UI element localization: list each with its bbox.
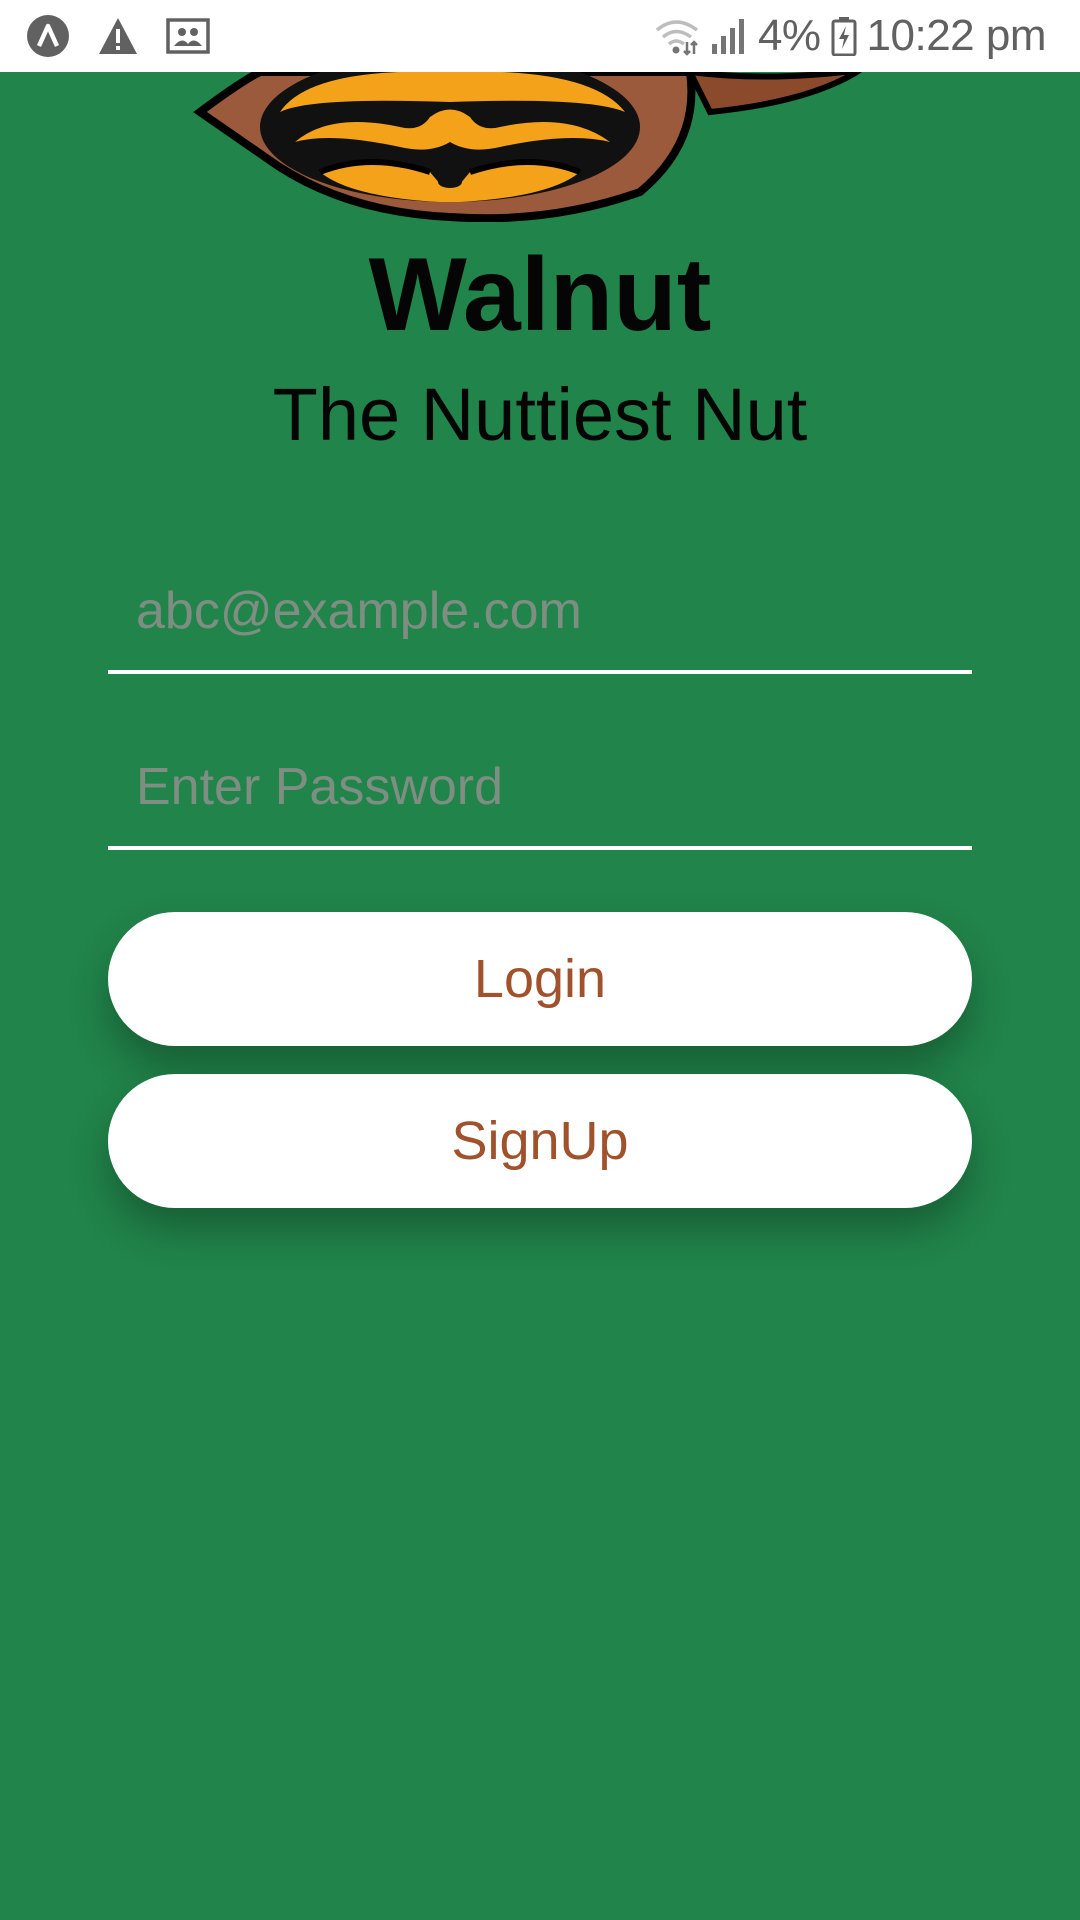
status-right-icons: 4% 10:22 pm	[654, 11, 1047, 60]
email-field	[108, 570, 972, 674]
battery-charging-icon	[831, 16, 857, 56]
email-input[interactable]	[136, 576, 972, 646]
password-input[interactable]	[136, 752, 972, 822]
wifi-icon	[654, 16, 700, 56]
app-notification-icon	[26, 14, 70, 58]
login-button[interactable]: Login	[108, 912, 972, 1046]
password-field	[108, 746, 972, 850]
signup-button[interactable]: SignUp	[108, 1074, 972, 1208]
app-title: Walnut	[368, 237, 712, 353]
walnut-logo	[170, 72, 870, 222]
app-subtitle: The Nuttiest Nut	[272, 373, 808, 456]
status-left-icons	[26, 14, 210, 58]
screen-cast-icon	[166, 18, 210, 54]
status-bar: 4% 10:22 pm	[0, 0, 1080, 72]
signal-icon	[710, 16, 748, 56]
warning-icon	[98, 17, 138, 55]
clock: 10:22 pm	[866, 11, 1047, 60]
battery-percent: 4%	[757, 11, 821, 60]
